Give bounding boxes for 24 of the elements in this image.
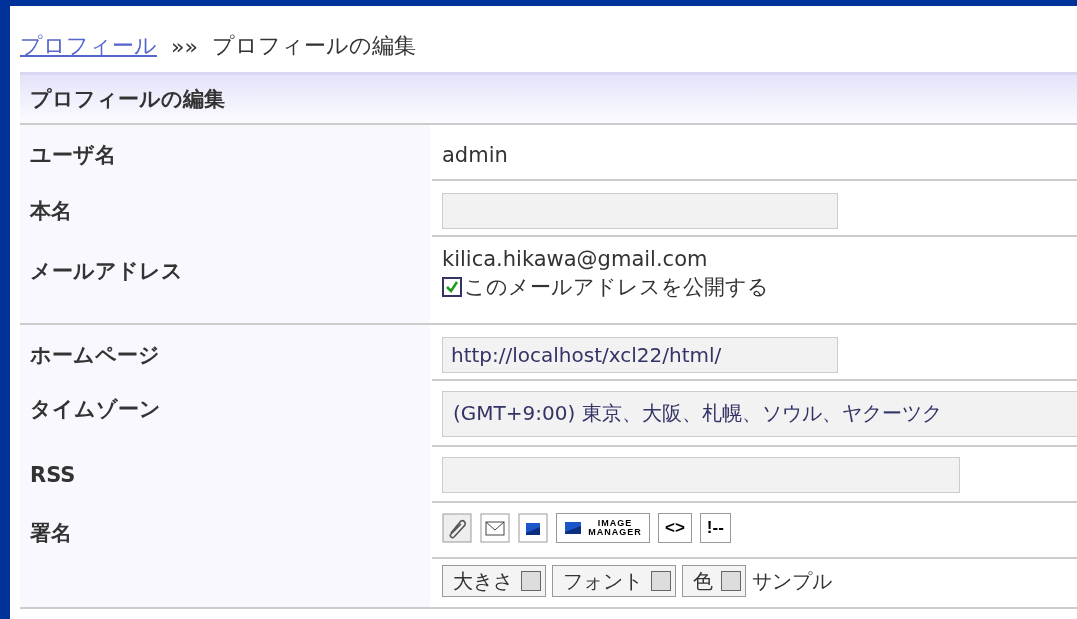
field-value: admin <box>442 143 509 167</box>
paperclip-icon <box>442 513 472 543</box>
input-field[interactable]: http://localhost/xcl22/html/ <box>442 337 838 373</box>
breadcrumb-separator: »» <box>171 33 198 59</box>
breadcrumb-current: プロフィールの編集 <box>211 32 416 60</box>
dropdown[interactable]: 大きさ <box>442 565 546 597</box>
dropdown[interactable]: 色 <box>682 565 746 597</box>
email-value: kilica.hikawa@gmail.com <box>442 247 709 271</box>
dropdown[interactable]: フォント <box>552 565 676 597</box>
image-manager-button[interactable]: IMAGE MANAGER <box>556 513 650 543</box>
sample-text: サンプル <box>752 567 832 595</box>
image-icon <box>563 520 583 536</box>
timezone-select[interactable]: (GMT+9:00) 東京、大阪、札幌、ソウル、ヤクーツク <box>442 391 1077 437</box>
form-title: プロフィールの編集 <box>20 75 1077 125</box>
envelope-icon <box>480 513 510 543</box>
breadcrumb-link[interactable]: プロフィール <box>20 31 157 61</box>
comment-button[interactable]: !-- <box>699 513 731 543</box>
image-icon <box>518 513 548 543</box>
code-button[interactable]: <> <box>658 513 692 543</box>
input-field[interactable] <box>442 193 838 229</box>
input-field[interactable] <box>442 457 960 493</box>
checkbox-label: このメールアドレスを公開する <box>464 274 769 301</box>
checkbox[interactable] <box>442 277 462 297</box>
field-label: RSS <box>20 447 432 503</box>
